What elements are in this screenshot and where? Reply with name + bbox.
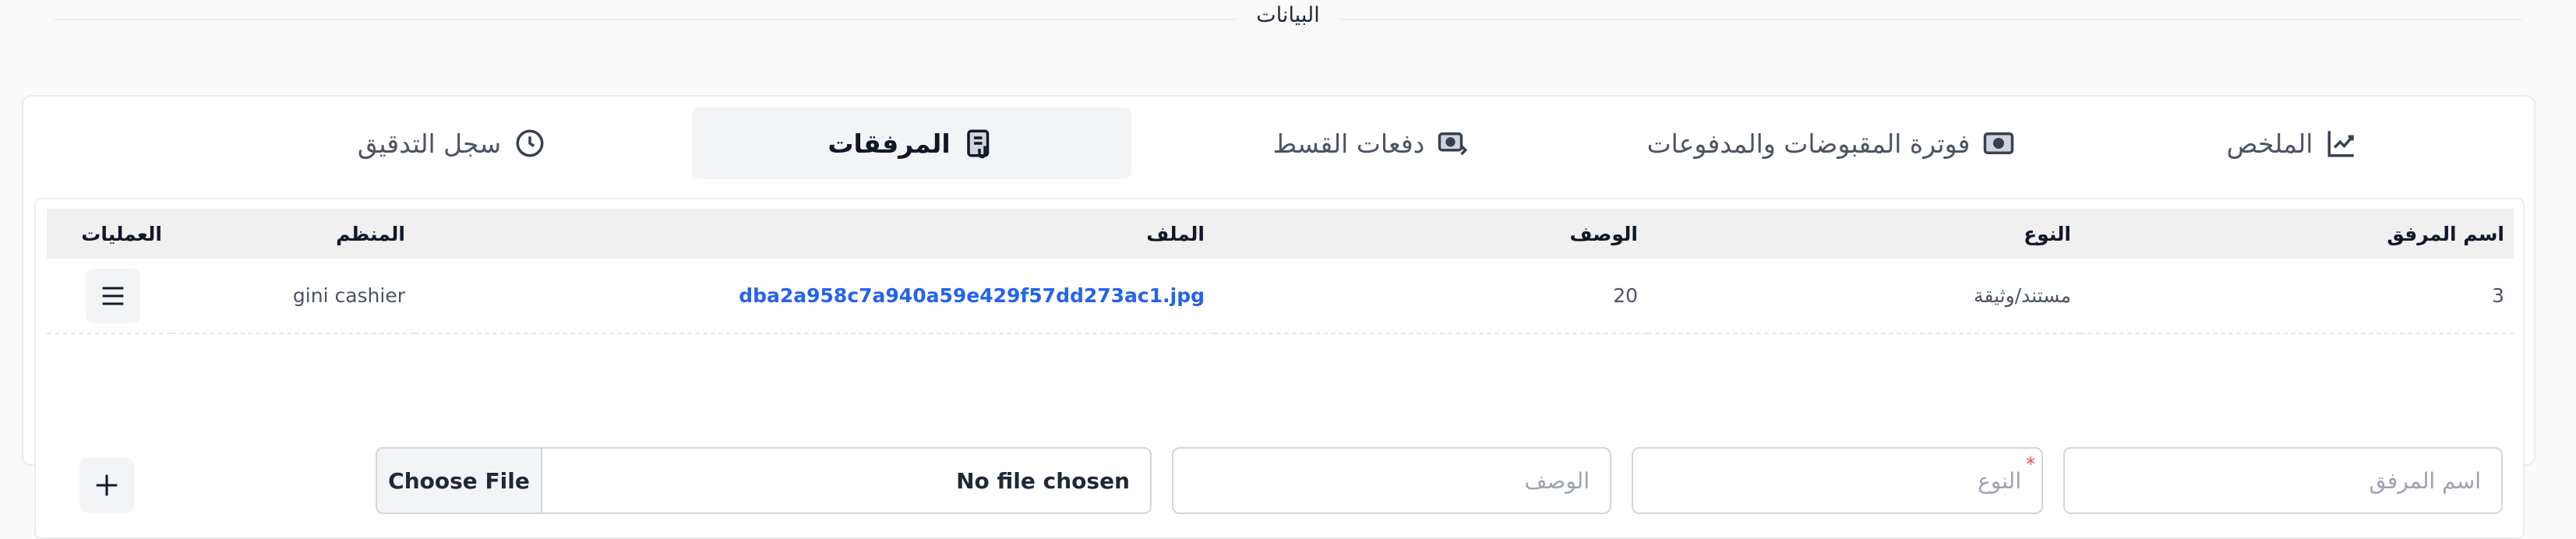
tab-bar: الملخص فوترة المقبوضات والمدفوعات دفعات … bbox=[23, 97, 2534, 203]
tab-billing-label: فوترة المقبوضات والمدفوعات bbox=[1646, 128, 1971, 159]
file-upload-input[interactable]: Choose File No file chosen bbox=[376, 447, 1152, 514]
choose-file-button[interactable]: Choose File bbox=[377, 449, 542, 513]
attachments-panel: اسم المرفق النوع الوصف الملف المنظم العم… bbox=[34, 198, 2525, 539]
tab-audit-log[interactable]: سجل التدقيق bbox=[232, 107, 672, 179]
header-description: الوصف bbox=[1569, 222, 1638, 245]
row-menu-button[interactable] bbox=[86, 268, 140, 323]
tab-attachments[interactable]: المرفقات bbox=[692, 107, 1131, 179]
hamburger-menu-icon bbox=[102, 287, 124, 305]
installment-payments-icon bbox=[1438, 132, 1468, 156]
table-row: 3 مستند/وثيقة 20 dba2a958c7a940a59e429f5… bbox=[47, 259, 2514, 333]
header-organizer: المنظم bbox=[336, 222, 405, 245]
history-clock-icon bbox=[516, 129, 544, 157]
required-mark: * bbox=[2026, 453, 2035, 475]
plus-icon bbox=[96, 474, 118, 496]
tab-installments-label: دفعات القسط bbox=[1272, 128, 1425, 159]
description-field[interactable]: الوصف bbox=[1172, 447, 1611, 514]
no-file-text: No file chosen bbox=[956, 467, 1130, 494]
cell-type: مستند/وثيقة bbox=[1974, 284, 2071, 307]
tab-installments[interactable]: دفعات القسط bbox=[1152, 107, 1591, 179]
section-title: البيانات bbox=[1236, 3, 1340, 27]
section-divider: البيانات bbox=[0, 0, 2576, 39]
tab-summary-label: الملخص bbox=[2226, 128, 2313, 159]
type-placeholder: النوع bbox=[1978, 467, 2021, 494]
file-link[interactable]: dba2a958c7a940a59e429f57dd273ac1.jpg bbox=[415, 259, 1214, 333]
type-field[interactable]: النوع * bbox=[1632, 447, 2043, 514]
cash-billing-icon bbox=[1984, 132, 2014, 154]
details-card: الملخص فوترة المقبوضات والمدفوعات دفعات … bbox=[22, 95, 2535, 539]
header-file: الملف bbox=[1146, 222, 1205, 245]
tab-audit-log-label: سجل التدقيق bbox=[357, 128, 502, 159]
header-actions: العمليات bbox=[81, 222, 162, 245]
cell-organizer: gini cashier bbox=[292, 284, 405, 307]
table-header-row: اسم المرفق النوع الوصف الملف المنظم العم… bbox=[47, 209, 2514, 259]
summary-chart-icon bbox=[2327, 131, 2355, 157]
cell-description: 20 bbox=[1613, 284, 1638, 307]
header-type: النوع bbox=[2024, 222, 2071, 245]
attachments-table: اسم المرفق النوع الوصف الملف المنظم العم… bbox=[47, 209, 2514, 334]
tab-billing[interactable]: فوترة المقبوضات والمدفوعات bbox=[1611, 107, 2051, 179]
description-placeholder: الوصف bbox=[1524, 467, 1590, 494]
tab-summary[interactable]: الملخص bbox=[2073, 107, 2512, 179]
cell-actions bbox=[47, 259, 171, 333]
cell-name: 3 bbox=[2492, 284, 2504, 307]
header-name: اسم المرفق bbox=[2387, 222, 2504, 245]
tab-attachments-label: المرفقات bbox=[827, 128, 951, 159]
attachment-document-icon bbox=[966, 129, 989, 159]
add-attachment-button[interactable] bbox=[79, 458, 134, 513]
name-placeholder: اسم المرفق bbox=[2369, 467, 2481, 494]
attachment-name-field[interactable]: اسم المرفق bbox=[2063, 447, 2503, 514]
